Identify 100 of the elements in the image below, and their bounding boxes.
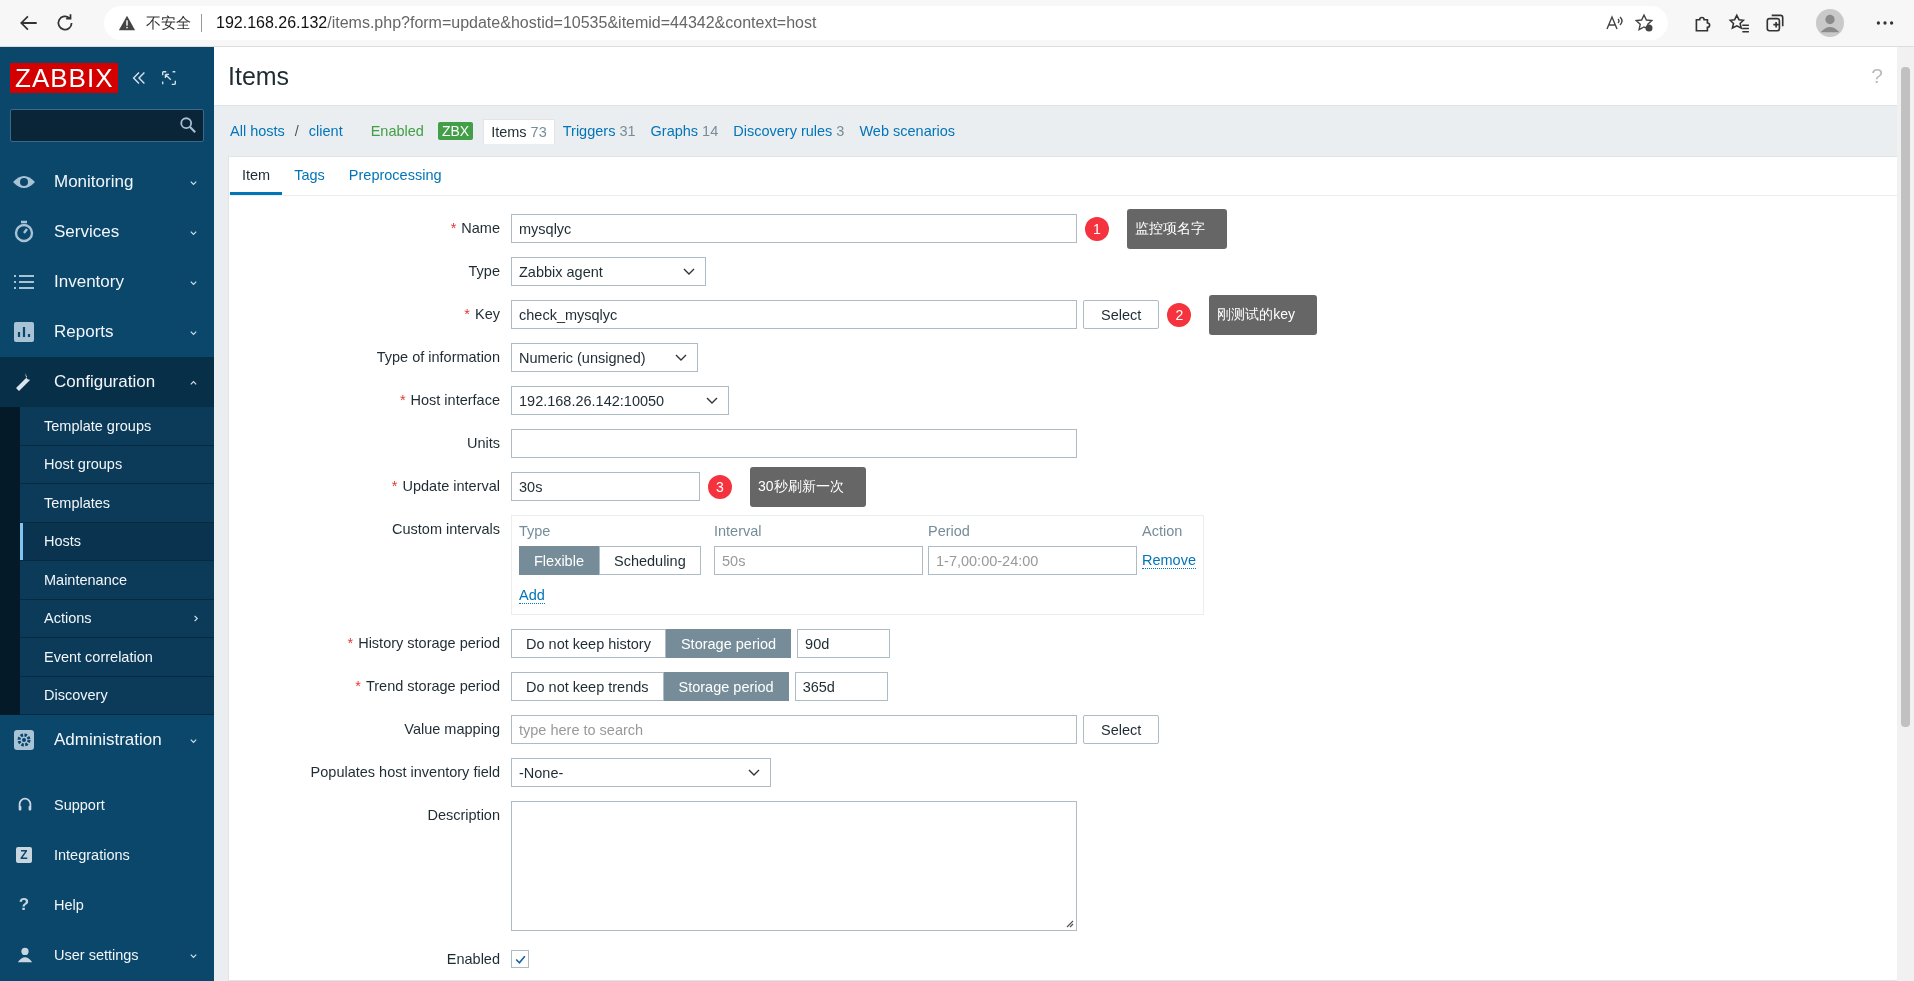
dropdown[interactable]: 192.168.26.142:10050 bbox=[511, 386, 729, 415]
menu-item[interactable]: Services bbox=[0, 207, 214, 257]
submenu-item[interactable]: Host groups bbox=[20, 445, 214, 484]
field-label: Description bbox=[427, 807, 500, 823]
input-field[interactable]: check_mysqlyc bbox=[511, 300, 1077, 329]
page-title: Items bbox=[228, 61, 290, 91]
segment-button[interactable]: Do not keep trends bbox=[511, 672, 664, 701]
logo[interactable]: ZABBIX bbox=[10, 63, 119, 93]
field-label: Units bbox=[466, 435, 500, 451]
nav-tab[interactable]: Discovery rules 3 bbox=[726, 119, 852, 143]
submenu-item[interactable]: Maintenance bbox=[20, 561, 214, 600]
required-mark: * bbox=[347, 635, 354, 651]
breadcrumb-separator: / bbox=[294, 123, 299, 139]
required-mark: * bbox=[391, 478, 398, 494]
search-field[interactable] bbox=[10, 109, 204, 142]
favorite-star-icon[interactable] bbox=[1634, 13, 1654, 33]
segment-button[interactable]: Do not keep history bbox=[511, 629, 666, 658]
submenu-item[interactable]: Discovery bbox=[20, 676, 214, 715]
menu-item[interactable]: User settings bbox=[0, 930, 214, 980]
input-field[interactable]: 365d bbox=[794, 672, 888, 701]
select-button[interactable]: Select bbox=[1083, 715, 1160, 744]
help-icon: ? bbox=[16, 895, 32, 915]
resize-grip-icon[interactable] bbox=[1064, 918, 1074, 928]
security-label: 不安全 bbox=[146, 13, 191, 33]
field-label: Type of information bbox=[376, 349, 500, 365]
input-field[interactable]: 30s bbox=[511, 472, 700, 501]
annotation-callout: 刚测试的key bbox=[1209, 294, 1318, 335]
input-field[interactable]: 90d bbox=[797, 629, 891, 658]
dropdown[interactable]: Numeric (unsigned) bbox=[511, 343, 698, 372]
menu-item[interactable]: ? Help bbox=[0, 880, 214, 930]
required-mark: * bbox=[399, 392, 406, 408]
scrollbar[interactable] bbox=[1897, 47, 1914, 981]
step-marker: 1 bbox=[1085, 216, 1109, 241]
menu-item[interactable]: Support bbox=[0, 780, 214, 830]
profile-avatar-icon[interactable] bbox=[1816, 9, 1844, 37]
add-link[interactable]: Add bbox=[519, 587, 545, 604]
gear-icon bbox=[12, 728, 36, 752]
dropdown[interactable]: -None- bbox=[511, 758, 771, 787]
url-text: 192.168.26.132/items.php?form=update&hostid=10535&itemid=44342&context=host bbox=[201, 14, 1594, 32]
input-field[interactable]: type here to search bbox=[511, 715, 1077, 744]
form-tab[interactable]: Tags bbox=[282, 157, 337, 195]
checkbox[interactable] bbox=[511, 950, 529, 968]
remove-link[interactable]: Remove bbox=[1142, 552, 1196, 569]
submenu-item[interactable]: Event correlation bbox=[20, 638, 214, 677]
warning-icon bbox=[118, 14, 136, 32]
chevron-icon bbox=[683, 267, 695, 276]
menu-item[interactable]: Administration bbox=[0, 715, 214, 765]
submenu-item[interactable]: Templates bbox=[20, 484, 214, 523]
field-label: Type bbox=[468, 263, 500, 279]
agent-badge: ZBX bbox=[437, 122, 474, 140]
field-label: Value mapping bbox=[404, 721, 500, 737]
required-mark: * bbox=[355, 678, 361, 694]
kiosk-mode-icon[interactable] bbox=[160, 69, 179, 87]
submenu-item[interactable]: Hosts bbox=[20, 522, 214, 561]
submenu-item[interactable]: Template groups bbox=[20, 407, 214, 446]
chevron-icon bbox=[748, 768, 760, 777]
menu-item[interactable]: Configuration bbox=[0, 357, 214, 407]
breadcrumb-link[interactable]: client bbox=[308, 123, 343, 139]
nav-tab[interactable]: Items 73 bbox=[483, 118, 555, 144]
column-header: Type bbox=[519, 523, 552, 539]
menu-item[interactable]: Z Integrations bbox=[0, 830, 214, 880]
field-label: Populates host inventory field bbox=[310, 764, 500, 780]
required-mark: * bbox=[464, 306, 470, 322]
nav-tab[interactable]: Graphs 14 bbox=[643, 119, 726, 143]
input-field[interactable]: 50s bbox=[714, 546, 923, 575]
input-field[interactable]: 1-7,00:00-24:00 bbox=[928, 546, 1137, 575]
column-header: Period bbox=[928, 523, 971, 539]
segment-button[interactable]: Scheduling bbox=[598, 546, 701, 575]
field-label: Update interval bbox=[402, 478, 500, 494]
submenu-item[interactable]: Actions bbox=[20, 599, 214, 638]
annotation-callout: 30秒刷新一次 bbox=[750, 466, 866, 507]
chevron-icon bbox=[706, 396, 718, 405]
required-mark: * bbox=[450, 220, 457, 236]
user-icon bbox=[16, 946, 34, 964]
field-label: Name bbox=[461, 220, 500, 236]
menu-item[interactable]: Monitoring bbox=[0, 157, 214, 207]
input-field[interactable]: mysqlyc bbox=[511, 214, 1077, 243]
field-label: History storage period bbox=[358, 635, 500, 651]
annotation-callout: 监控项名字 bbox=[1127, 208, 1227, 249]
nav-tab[interactable]: Triggers 31 bbox=[555, 119, 643, 143]
step-marker: 2 bbox=[1167, 302, 1192, 327]
input-field[interactable] bbox=[511, 429, 1077, 458]
chart-icon bbox=[12, 320, 36, 344]
dropdown[interactable]: Zabbix agent bbox=[511, 257, 706, 286]
nav-tab[interactable]: Web scenarios bbox=[852, 119, 963, 143]
form-tab[interactable]: Item bbox=[230, 157, 283, 195]
breadcrumb-link[interactable]: All hosts bbox=[230, 123, 285, 139]
column-header: Action bbox=[1142, 523, 1183, 539]
timer-icon bbox=[12, 220, 36, 244]
menu-item[interactable]: Reports bbox=[0, 307, 214, 357]
field-label: Custom intervals bbox=[392, 521, 500, 537]
collections-icon[interactable] bbox=[1764, 12, 1786, 34]
search-icon[interactable] bbox=[179, 116, 197, 134]
menu-item[interactable]: Inventory bbox=[0, 257, 214, 307]
field-label: Key bbox=[475, 306, 500, 322]
integrations-icon: Z bbox=[16, 847, 32, 863]
address-bar[interactable]: 不安全 192.168.26.132/items.php?form=update&hostid=10535&itemid=44342&context=host bbox=[104, 6, 1668, 40]
form-tab[interactable]: Preprocessing bbox=[336, 157, 454, 195]
select-button[interactable]: Select bbox=[1083, 300, 1160, 329]
favorites-list-icon[interactable] bbox=[1728, 12, 1750, 34]
